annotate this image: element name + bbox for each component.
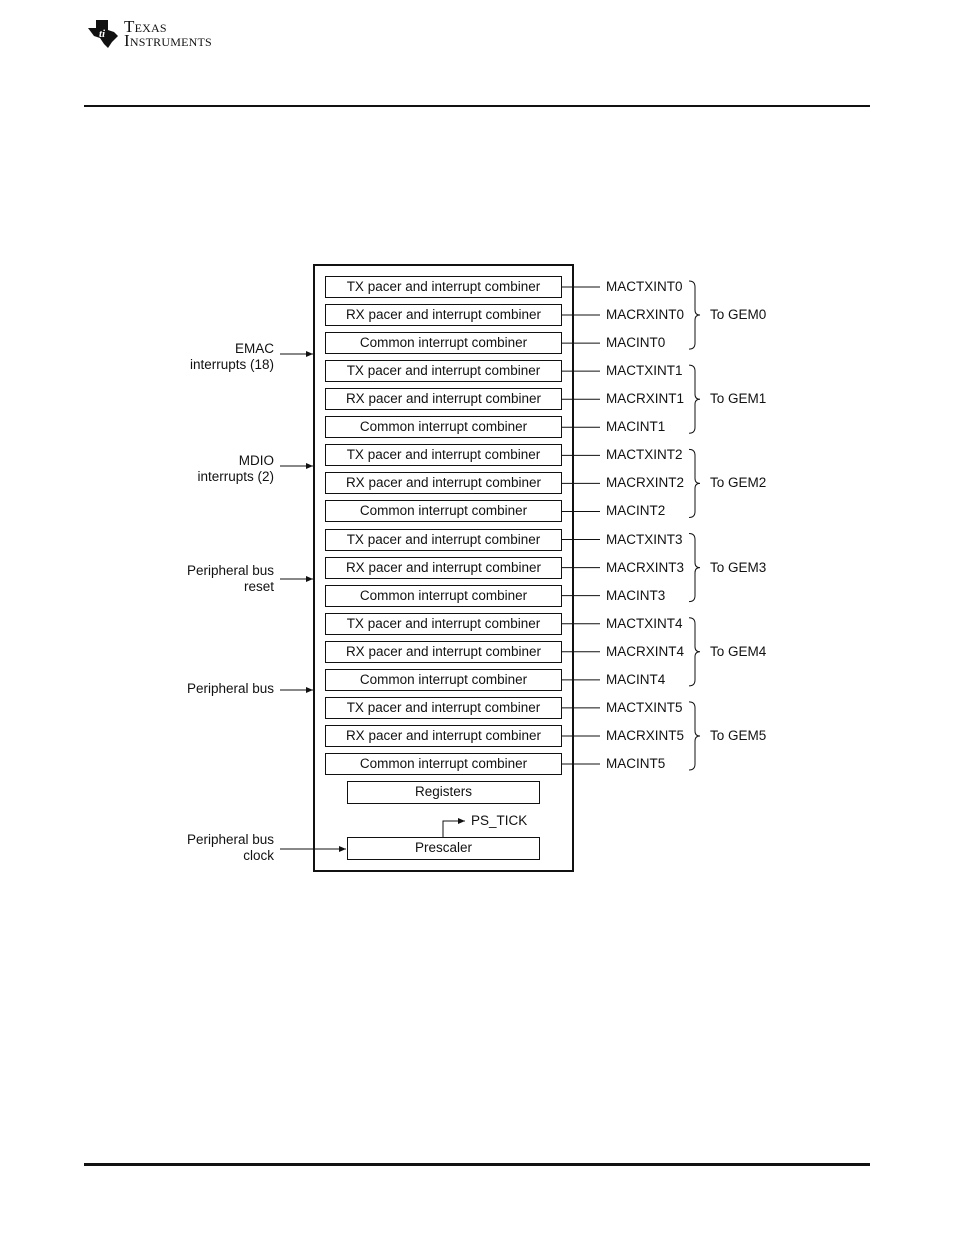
signal-label: MACINT1 [606,419,666,435]
signal-label: MACINT5 [606,756,666,772]
combiner-block: TX pacer and interrupt combiner [325,696,562,719]
signal-label: MACINT4 [606,671,666,687]
peripheral-bus-clock-label: Peripheral bus clock [187,832,274,864]
input-label-line2: interrupts (18) [189,357,274,372]
combiner-block: Common interrupt combiner [325,416,562,439]
combiner-block: Common interrupt combiner [325,332,562,355]
prescaler-block: Prescaler [347,837,540,860]
combiner-block: Common interrupt combiner [325,753,562,776]
signal-label: MACINT0 [606,335,666,351]
combiner-block: Common interrupt combiner [325,668,562,691]
signal-label: MACTXINT5 [606,699,683,715]
combiner-block: RX pacer and interrupt combiner [325,724,562,747]
signal-label: MACINT3 [606,587,666,603]
signal-label: MACRXINT3 [606,559,685,575]
signal-label: MACRXINT1 [606,391,685,407]
signal-label: MACTXINT3 [606,531,683,547]
combiner-block: RX pacer and interrupt combiner [325,640,562,663]
combiner-block: Common interrupt combiner [325,500,562,523]
signal-label: MACRXINT2 [606,475,685,491]
gem-target-label: To GEM5 [710,727,767,743]
signal-label: MACTXINT0 [606,279,683,294]
input-label-line1: MDIO [238,453,274,468]
emac-interrupts-label: EMAC interrupts (18) [190,341,274,373]
combiner-block: RX pacer and interrupt combiner [325,388,562,411]
group-brace [688,448,701,518]
gem-target-label: To GEM2 [710,475,767,491]
group-brace [688,364,701,434]
group-brace [688,701,701,771]
input-label-line2: reset [243,579,274,594]
signal-label: MACTXINT2 [606,447,683,463]
combiner-block: TX pacer and interrupt combiner [325,360,562,383]
gem-target-label: To GEM0 [710,307,767,323]
signal-label: MACTXINT1 [606,363,683,379]
input-label-line2: clock [243,848,274,863]
group-brace [688,533,701,603]
signal-label: MACINT2 [606,503,666,519]
input-label-line2: interrupts (2) [197,469,274,484]
group-brace [688,280,701,350]
combiner-block: TX pacer and interrupt combiner [325,612,562,635]
input-label-line1: Peripheral bus [186,832,274,847]
gem-target-label: To GEM3 [710,559,767,575]
input-label-line1: Peripheral bus [186,563,274,578]
registers-block: Registers [347,781,540,804]
signal-label: MACRXINT5 [606,727,685,743]
peripheral-bus-label: Peripheral bus [187,681,274,697]
combiner-block: RX pacer and interrupt combiner [325,472,562,495]
input-label-line1: Peripheral bus [186,681,274,696]
combiner-block: TX pacer and interrupt combiner [325,444,562,467]
combiner-block: RX pacer and interrupt combiner [325,556,562,579]
ps-tick-label: PS_TICK [471,813,528,828]
gem-target-label: To GEM1 [710,391,767,407]
combiner-block: Common interrupt combiner [325,584,562,607]
signal-label: MACTXINT4 [606,615,683,631]
group-brace [688,617,701,687]
signal-label: MACRXINT4 [606,643,685,659]
document-page: ti Texas Instruments TX pacer and interr… [0,0,954,1235]
gem-target-label: To GEM4 [710,643,767,659]
combiner-block: RX pacer and interrupt combiner [325,304,562,327]
peripheral-bus-reset-label: Peripheral bus reset [187,563,274,595]
input-label-line1: EMAC [234,341,274,356]
combiner-block: TX pacer and interrupt combiner [325,528,562,551]
signal-label: MACRXINT0 [606,307,685,323]
combiner-block: TX pacer and interrupt combiner [325,276,562,298]
mdio-interrupts-label: MDIO interrupts (2) [197,453,274,485]
